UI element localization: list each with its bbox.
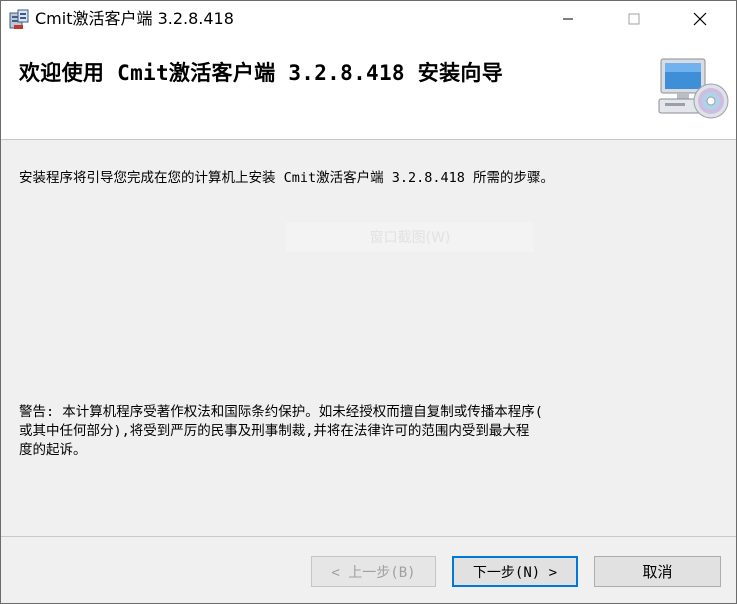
- installer-package-icon: [9, 9, 29, 29]
- wizard-header: 欢迎使用 Cmit激活客户端 3.2.8.418 安装向导: [1, 37, 736, 140]
- wizard-body: 安装程序将引导您完成在您的计算机上安装 Cmit激活客户端 3.2.8.418 …: [1, 140, 736, 536]
- title-bar[interactable]: Cmit激活客户端 3.2.8.418: [1, 1, 736, 37]
- ghost-screenshot-button: 窗口截图(W): [286, 222, 534, 252]
- wizard-title: 欢迎使用 Cmit激活客户端 3.2.8.418 安装向导: [19, 61, 503, 85]
- close-icon: [693, 12, 707, 26]
- minimize-button[interactable]: [545, 1, 591, 37]
- close-button[interactable]: [677, 1, 723, 37]
- maximize-icon: [628, 13, 640, 25]
- back-button[interactable]: < 上一步(B): [311, 556, 436, 587]
- next-button[interactable]: 下一步(N) >: [452, 556, 578, 587]
- computer-cd-icon: [658, 58, 729, 119]
- wizard-footer: < 上一步(B) 下一步(N) > 取消: [1, 536, 736, 603]
- window-title: Cmit激活客户端 3.2.8.418: [35, 9, 234, 28]
- cancel-button[interactable]: 取消: [594, 556, 721, 587]
- copyright-warning: 警告: 本计算机程序受著作权法和国际条约保护。如未经授权而擅自复制或传播本程序(…: [19, 404, 543, 458]
- minimize-icon: [563, 18, 573, 20]
- maximize-button[interactable]: [611, 1, 657, 37]
- installer-window: Cmit激活客户端 3.2.8.418 欢迎使用 Cmit激活客户端 3.2.8…: [0, 0, 737, 604]
- welcome-description: 安装程序将引导您完成在您的计算机上安装 Cmit激活客户端 3.2.8.418 …: [19, 170, 555, 186]
